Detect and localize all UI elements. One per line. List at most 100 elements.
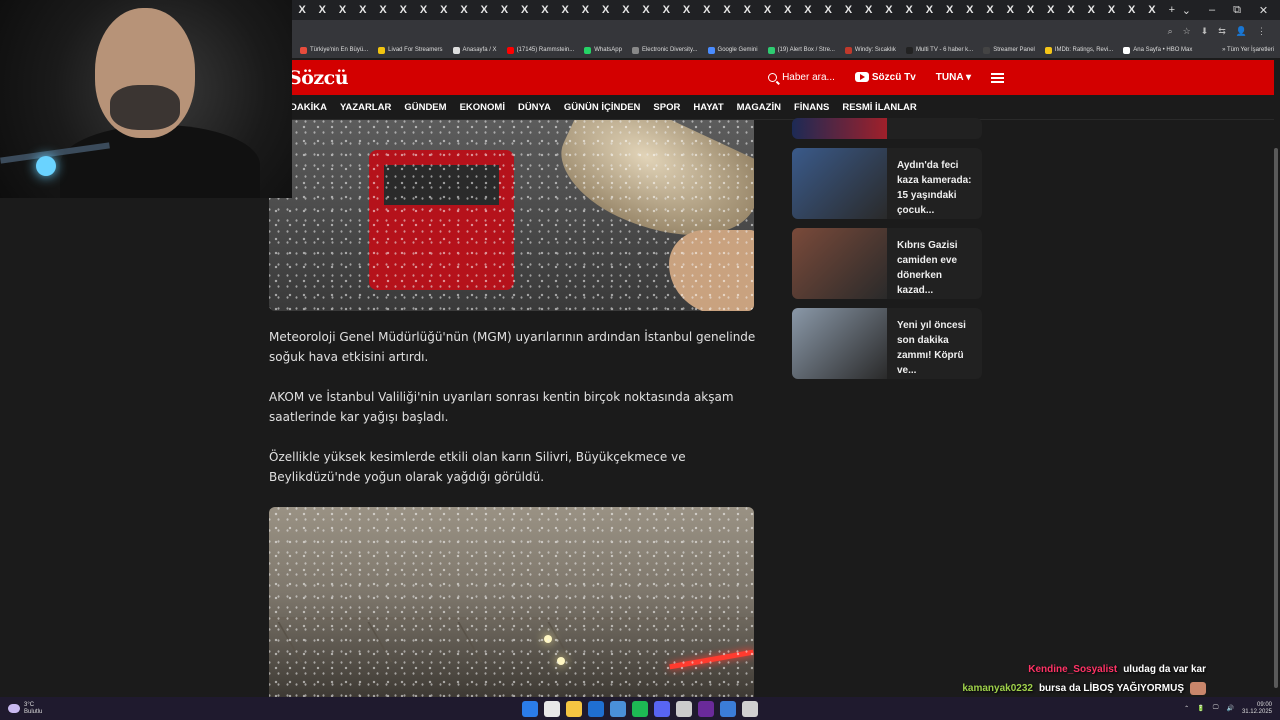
- nav-item[interactable]: FİNANS: [794, 102, 829, 113]
- nav-item[interactable]: DAKİKA: [290, 102, 327, 113]
- tab-close-icon[interactable]: X: [616, 4, 636, 16]
- tab-close-icon[interactable]: X: [1041, 4, 1061, 16]
- tab-close-icon[interactable]: X: [312, 4, 332, 16]
- taskbar-app-icon[interactable]: [676, 700, 692, 717]
- hamburger-icon[interactable]: [991, 72, 1004, 83]
- tab-close-icon[interactable]: X: [373, 4, 393, 16]
- tab-close-icon[interactable]: X: [778, 4, 798, 16]
- all-bookmarks-button[interactable]: Tüm Yer İşaretleri: [1227, 47, 1274, 53]
- tab-close-icon[interactable]: X: [596, 4, 616, 16]
- tray-icon[interactable]: 🔊: [1226, 705, 1233, 712]
- tab-close-icon[interactable]: X: [960, 4, 980, 16]
- nav-item[interactable]: YAZARLAR: [340, 102, 391, 113]
- sidebar-news-partial[interactable]: [792, 118, 982, 139]
- tab-close-icon[interactable]: X: [535, 4, 555, 16]
- bookmark-item[interactable]: Multi TV - 6 haber k...: [905, 46, 973, 54]
- bookmark-item[interactable]: Türkiye'nin En Büyü...: [300, 46, 368, 54]
- tab-close-icon[interactable]: X: [859, 4, 879, 16]
- tab-close-icon[interactable]: X: [575, 4, 595, 16]
- page-scrollbar[interactable]: [1272, 120, 1280, 697]
- tab-close-icon[interactable]: X: [798, 4, 818, 16]
- sidebar-news-card[interactable]: Yeni yıl öncesi son dakika zammı! Köprü …: [792, 308, 982, 379]
- tab-close-icon[interactable]: X: [1061, 4, 1081, 16]
- taskbar-app-icon[interactable]: [742, 700, 758, 717]
- tab-close-icon[interactable]: X: [1081, 4, 1101, 16]
- tab-close-icon[interactable]: X: [757, 4, 777, 16]
- tab-close-icon[interactable]: X: [717, 4, 737, 16]
- nav-item[interactable]: SPOR: [653, 102, 680, 113]
- tray-icon[interactable]: ⌃: [1184, 705, 1189, 712]
- user-menu[interactable]: TUNA ▾: [936, 72, 971, 83]
- tab-close-icon[interactable]: X: [676, 4, 696, 16]
- sidebar-news-card[interactable]: Aydın'da feci kaza kamerada: 15 yaşındak…: [792, 148, 982, 219]
- tab-close-icon[interactable]: X: [1122, 4, 1142, 16]
- nav-item[interactable]: MAGAZİN: [737, 102, 781, 113]
- tab-close-icon[interactable]: X: [940, 4, 960, 16]
- search-button[interactable]: Haber ara...: [768, 72, 835, 83]
- taskbar-app-icon[interactable]: [588, 700, 604, 717]
- tab-close-icon[interactable]: X: [393, 4, 413, 16]
- nav-item[interactable]: GÜNDEM: [404, 102, 446, 113]
- sidebar-news-card[interactable]: Kıbrıs Gazisi camiden eve dönerken kazad…: [792, 228, 982, 299]
- bookmark-item[interactable]: Streamer Panel: [983, 46, 1035, 54]
- bookmark-item[interactable]: Google Gemini: [707, 46, 758, 54]
- bookmark-item[interactable]: (19) Alert Box / Stre...: [767, 46, 835, 54]
- tab-close-icon[interactable]: X: [332, 4, 352, 16]
- window-control-icon[interactable]: ⧉: [1233, 4, 1241, 17]
- toolbar-icon[interactable]: 👤: [1236, 26, 1247, 37]
- tray-icon[interactable]: 🔋: [1197, 705, 1204, 712]
- taskbar-app-icon[interactable]: [654, 700, 670, 717]
- taskbar-app-icon[interactable]: [698, 700, 714, 717]
- tab-close-icon[interactable]: X: [656, 4, 676, 16]
- tab-close-icon[interactable]: X: [636, 4, 656, 16]
- toolbar-icon[interactable]: ⇆: [1218, 26, 1226, 37]
- new-tab-button[interactable]: +: [1162, 4, 1182, 16]
- toolbar-icon[interactable]: ⬇: [1201, 26, 1209, 37]
- bookmark-item[interactable]: WhatsApp: [584, 46, 622, 54]
- taskbar-app-icon[interactable]: [610, 700, 626, 717]
- nav-item[interactable]: DÜNYA: [518, 102, 551, 113]
- bookmark-item[interactable]: (17145) Rammstein...: [506, 46, 574, 54]
- tab-close-icon[interactable]: X: [1142, 4, 1162, 16]
- toolbar-icon[interactable]: ☆: [1183, 26, 1191, 37]
- tab-close-icon[interactable]: X: [474, 4, 494, 16]
- tab-close-icon[interactable]: X: [838, 4, 858, 16]
- taskbar-app-icon[interactable]: [544, 700, 560, 717]
- tray-icon[interactable]: 🖵: [1213, 705, 1219, 712]
- bookmark-item[interactable]: Windy: Sıcaklık: [844, 46, 896, 54]
- taskbar-app-icon[interactable]: [632, 700, 648, 717]
- tab-close-icon[interactable]: X: [1020, 4, 1040, 16]
- weather-widget[interactable]: 3°C Bulutlu: [0, 702, 42, 716]
- taskbar-app-icon[interactable]: [522, 700, 538, 717]
- tab-close-icon[interactable]: X: [292, 4, 312, 16]
- window-control-icon[interactable]: –: [1209, 4, 1215, 17]
- window-control-icon[interactable]: ✕: [1259, 4, 1268, 17]
- tab-close-icon[interactable]: X: [494, 4, 514, 16]
- tab-close-icon[interactable]: X: [697, 4, 717, 16]
- bookmark-item[interactable]: Electronic Diversity...: [631, 46, 698, 54]
- tab-close-icon[interactable]: X: [737, 4, 757, 16]
- scroll-thumb[interactable]: [1274, 148, 1278, 688]
- nav-item[interactable]: GÜNÜN İÇİNDEN: [564, 102, 641, 113]
- taskbar-app-icon[interactable]: [720, 700, 736, 717]
- nav-item[interactable]: EKONOMİ: [460, 102, 505, 113]
- tab-close-icon[interactable]: X: [919, 4, 939, 16]
- tab-close-icon[interactable]: X: [353, 4, 373, 16]
- nav-item[interactable]: HAYAT: [693, 102, 723, 113]
- toolbar-icon[interactable]: ⋮: [1257, 26, 1266, 37]
- tab-close-icon[interactable]: X: [454, 4, 474, 16]
- tab-close-icon[interactable]: X: [434, 4, 454, 16]
- bookmark-item[interactable]: Ana Sayfa • HBO Max: [1123, 46, 1192, 54]
- tab-close-icon[interactable]: X: [515, 4, 535, 16]
- bookmark-item[interactable]: IMDb: Ratings, Revi...: [1044, 46, 1113, 54]
- tv-button[interactable]: Sözcü Tv: [854, 72, 916, 83]
- clock[interactable]: 09:00 31.12.2025: [1242, 702, 1272, 716]
- tab-close-icon[interactable]: X: [1101, 4, 1121, 16]
- tab-close-icon[interactable]: X: [818, 4, 838, 16]
- tab-close-icon[interactable]: X: [555, 4, 575, 16]
- tab-close-icon[interactable]: X: [413, 4, 433, 16]
- toolbar-icon[interactable]: ⌕: [1168, 26, 1173, 37]
- tab-close-icon[interactable]: X: [899, 4, 919, 16]
- nav-item[interactable]: RESMİ İLANLAR: [842, 102, 916, 113]
- bookmarks-overflow-button[interactable]: »: [1222, 47, 1225, 53]
